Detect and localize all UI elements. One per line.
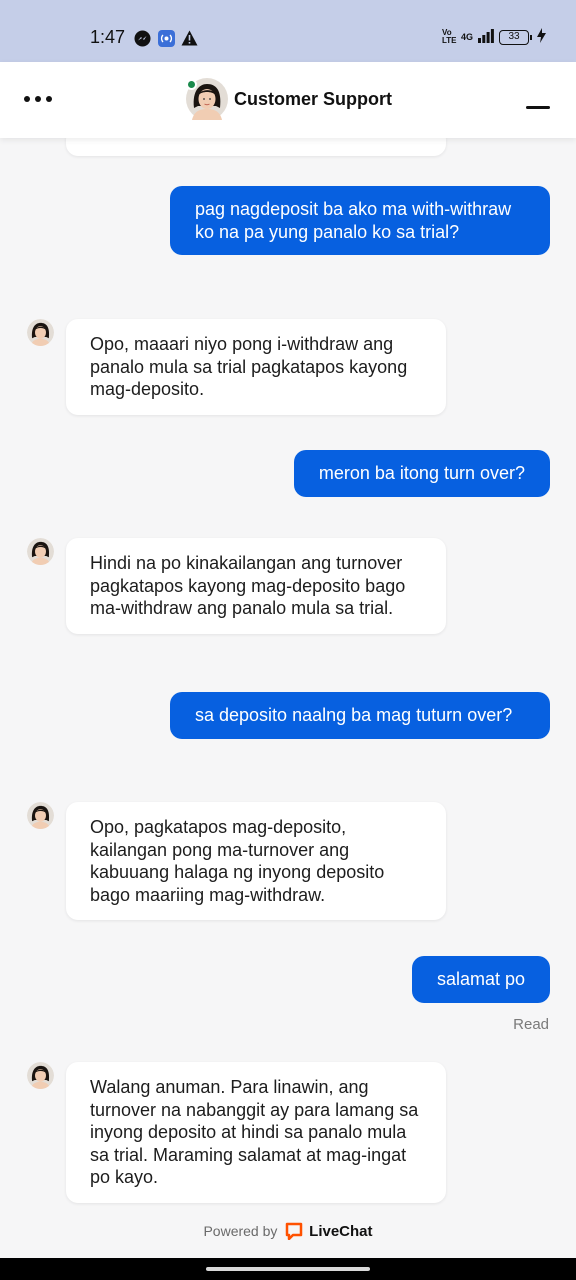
online-status-indicator (186, 79, 197, 90)
agent-avatar-small (27, 319, 54, 346)
hotspot-icon (158, 30, 175, 52)
previous-message-bubble (66, 138, 446, 156)
agent-avatar-small (27, 1062, 54, 1089)
agent-message: Hindi na po kinakailangan ang turnover p… (66, 538, 446, 634)
livechat-brand: LiveChat (309, 1223, 373, 1240)
agent-message: Opo, pagkatapos mag-deposito, kailangan … (66, 802, 446, 920)
minimize-icon[interactable] (526, 106, 550, 109)
status-bar: 1:47 Vo LTE 4G 33 (0, 0, 576, 62)
more-options-icon[interactable] (24, 96, 52, 102)
agent-message: Walang anuman. Para linawin, ang turnove… (66, 1062, 446, 1203)
user-message: sa deposito naalng ba mag tuturn over? (170, 692, 550, 739)
status-indicators: Vo LTE 4G 33 (442, 28, 546, 46)
home-gesture-handle[interactable] (206, 1267, 370, 1271)
signal-icon (478, 28, 494, 46)
livechat-logo-icon (285, 1222, 303, 1243)
charging-icon (537, 28, 546, 46)
user-message: pag nagdeposit ba ako ma with-withraw ko… (170, 186, 550, 255)
system-navigation-bar (0, 1258, 576, 1280)
powered-by-label: Powered by (203, 1223, 278, 1239)
user-message: meron ba itong turn over? (293, 450, 550, 497)
powered-by-footer[interactable]: Powered by LiveChat (0, 1222, 576, 1243)
battery-indicator: 33 (499, 29, 532, 45)
network-label: 4G (460, 32, 473, 42)
volte-label: Vo LTE (441, 28, 457, 45)
agent-message: Opo, maaari niyo pong i-withdraw ang pan… (66, 319, 446, 415)
agent-avatar-small (27, 538, 54, 565)
warning-icon (181, 30, 198, 51)
status-time: 1:47 (90, 27, 126, 47)
read-receipt: Read (513, 1016, 549, 1033)
messenger-icon (134, 30, 151, 52)
header-title: Customer Support (234, 89, 393, 109)
user-message: salamat po (411, 956, 550, 1003)
agent-avatar-small (27, 802, 54, 829)
message-list[interactable]: pag nagdeposit ba ako ma with-withraw ko… (0, 138, 576, 1258)
chat-header: Customer Support (0, 62, 576, 138)
